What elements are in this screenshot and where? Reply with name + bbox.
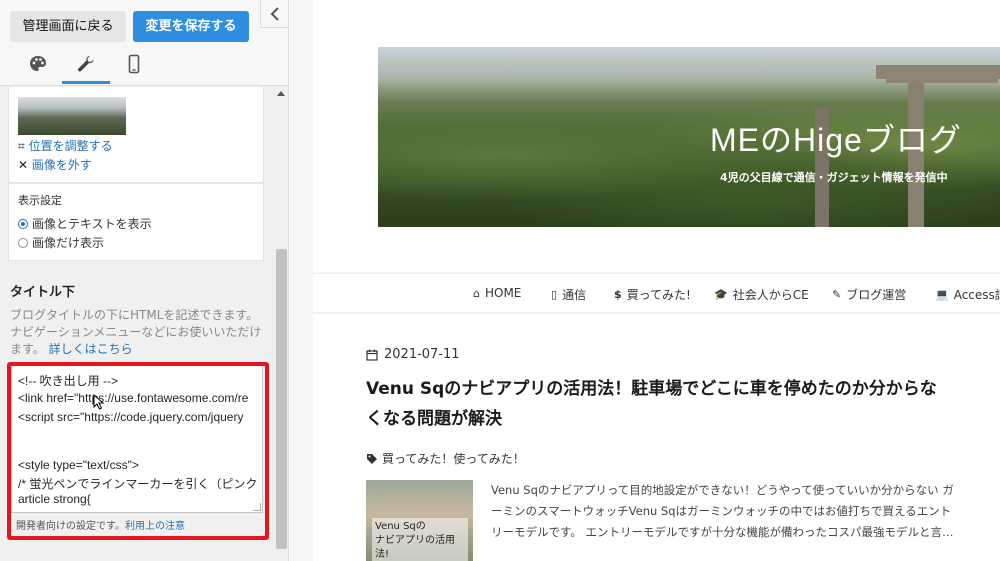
nav-label: Access講	[953, 288, 1000, 302]
nav-item-telecom[interactable]: ▯ 通信	[551, 286, 586, 303]
customizer-header: 管理画面に戻る 変更を保存する	[0, 0, 288, 86]
mobile-icon: ▯	[551, 288, 558, 301]
post-card[interactable]: 2021-07-11 Venu Sqのナビアプリの活用法！駐車場でどこに車を停め…	[313, 314, 1000, 561]
post-title[interactable]: Venu Sqのナビアプリの活用法！駐車場でどこに車を停めたのか分からなくなる問…	[366, 374, 946, 434]
customizer-tabs	[14, 52, 158, 84]
laptop-icon: 💻	[935, 288, 949, 301]
close-icon: ✕	[18, 158, 29, 172]
site-preview: MEのHigeブログ 4児の父目線で通信・ガジェット情報を発信中 ⌂ HOME ▯…	[290, 0, 1000, 561]
back-to-admin-button[interactable]: 管理画面に戻る	[10, 11, 126, 42]
radio-image-only[interactable]: 画像だけ表示	[18, 234, 104, 251]
radio-label: 画像とテキストを表示	[32, 217, 152, 231]
section-description: ブログタイトルの下にHTMLを記述できます。ナビゲーションメニューなどにお使いい…	[10, 307, 266, 358]
tab-design[interactable]	[14, 52, 62, 84]
chevron-left-icon	[270, 7, 279, 21]
post-thumbnail-caption: Venu Sqの ナビアプリの活用法!	[372, 518, 468, 561]
global-navigation: ⌂ HOME ▯ 通信 $ 買ってみた! 🎓 社会人からCE ✎ ブログ運営 💻 Acces…	[313, 273, 1000, 313]
nav-item-bought[interactable]: $ 買ってみた!	[614, 286, 691, 303]
remove-image-link[interactable]: ✕ 画像を外す	[18, 156, 92, 173]
torii-beam-lower	[886, 75, 998, 83]
save-changes-button[interactable]: 変更を保存する	[133, 11, 249, 42]
radio-image-and-text[interactable]: 画像とテキストを表示	[18, 215, 152, 232]
nav-label: HOME	[484, 286, 522, 300]
post-category-label: 買ってみた！使ってみた！	[382, 452, 525, 466]
adjust-position-label: 位置を調整する	[28, 139, 113, 153]
remove-image-label: 画像を外す	[31, 158, 92, 172]
palette-icon	[30, 56, 46, 71]
dollar-icon: $	[614, 288, 622, 301]
site-title[interactable]: MEのHigeブログ	[710, 115, 962, 161]
wrench-icon	[77, 56, 94, 72]
post-category[interactable]: 買ってみた！使ってみた！	[366, 450, 525, 467]
scrollbar-thumb[interactable]	[276, 249, 287, 549]
section-title: タイトル下	[10, 285, 76, 300]
panel-scrollbar[interactable]	[274, 87, 288, 561]
display-settings-heading: 表示設定	[18, 194, 62, 207]
post-excerpt: Venu Sqのナビアプリって目的地設定ができない！どうやって使っていいか分から…	[491, 483, 954, 539]
tab-settings[interactable]	[62, 52, 110, 84]
header-image-thumbnail	[18, 97, 126, 135]
radio-label: 画像だけ表示	[32, 236, 105, 250]
nav-label: 買ってみた!	[626, 288, 691, 302]
nav-item-ce[interactable]: 🎓 社会人からCE	[714, 286, 809, 303]
header-image-card: ⌗ 位置を調整する ✕ 画像を外す	[8, 87, 264, 183]
graduation-cap-icon: 🎓	[714, 288, 728, 301]
collapse-sidebar-button[interactable]	[260, 0, 288, 28]
nav-label: 通信	[562, 288, 587, 302]
nav-item-access[interactable]: 💻 Access講	[935, 286, 1000, 303]
nav-label: 社会人からCE	[732, 288, 809, 302]
calendar-icon	[366, 349, 378, 361]
mobile-icon	[128, 54, 140, 74]
learn-more-link[interactable]: 詳しくはこちら	[49, 342, 133, 356]
highlight-frame	[7, 362, 269, 540]
home-icon: ⌂	[473, 286, 480, 300]
header-image: MEのHigeブログ 4児の父目線で通信・ガジェット情報を発信中	[378, 47, 1000, 227]
nav-item-blog[interactable]: ✎ ブログ運営	[832, 286, 906, 303]
tag-icon	[367, 453, 377, 464]
customizer-panel: 管理画面に戻る 変更を保存する ⌗ 位置を調整する ✕ 画像を外す 表示設定 画…	[0, 0, 289, 561]
tab-mobile[interactable]	[110, 52, 158, 84]
adjust-position-link[interactable]: ⌗ 位置を調整する	[18, 137, 113, 154]
nav-item-home[interactable]: ⌂ HOME	[473, 286, 521, 300]
post-date: 2021-07-11	[366, 347, 460, 362]
radio-selected-icon[interactable]	[18, 218, 28, 229]
nav-label: ブログ運営	[846, 288, 907, 302]
radio-unselected-icon[interactable]	[18, 237, 28, 248]
scroll-up-arrow-icon[interactable]	[277, 91, 285, 96]
pencil-icon: ✎	[832, 288, 842, 301]
display-settings-card: 表示設定 画像とテキストを表示 画像だけ表示	[8, 183, 264, 261]
site-tagline: 4児の父目線で通信・ガジェット情報を発信中	[720, 171, 948, 184]
post-thumbnail[interactable]: Venu Sqの ナビアプリの活用法!	[366, 480, 473, 561]
post-date-text: 2021-07-11	[384, 347, 460, 362]
crop-icon: ⌗	[18, 139, 25, 153]
